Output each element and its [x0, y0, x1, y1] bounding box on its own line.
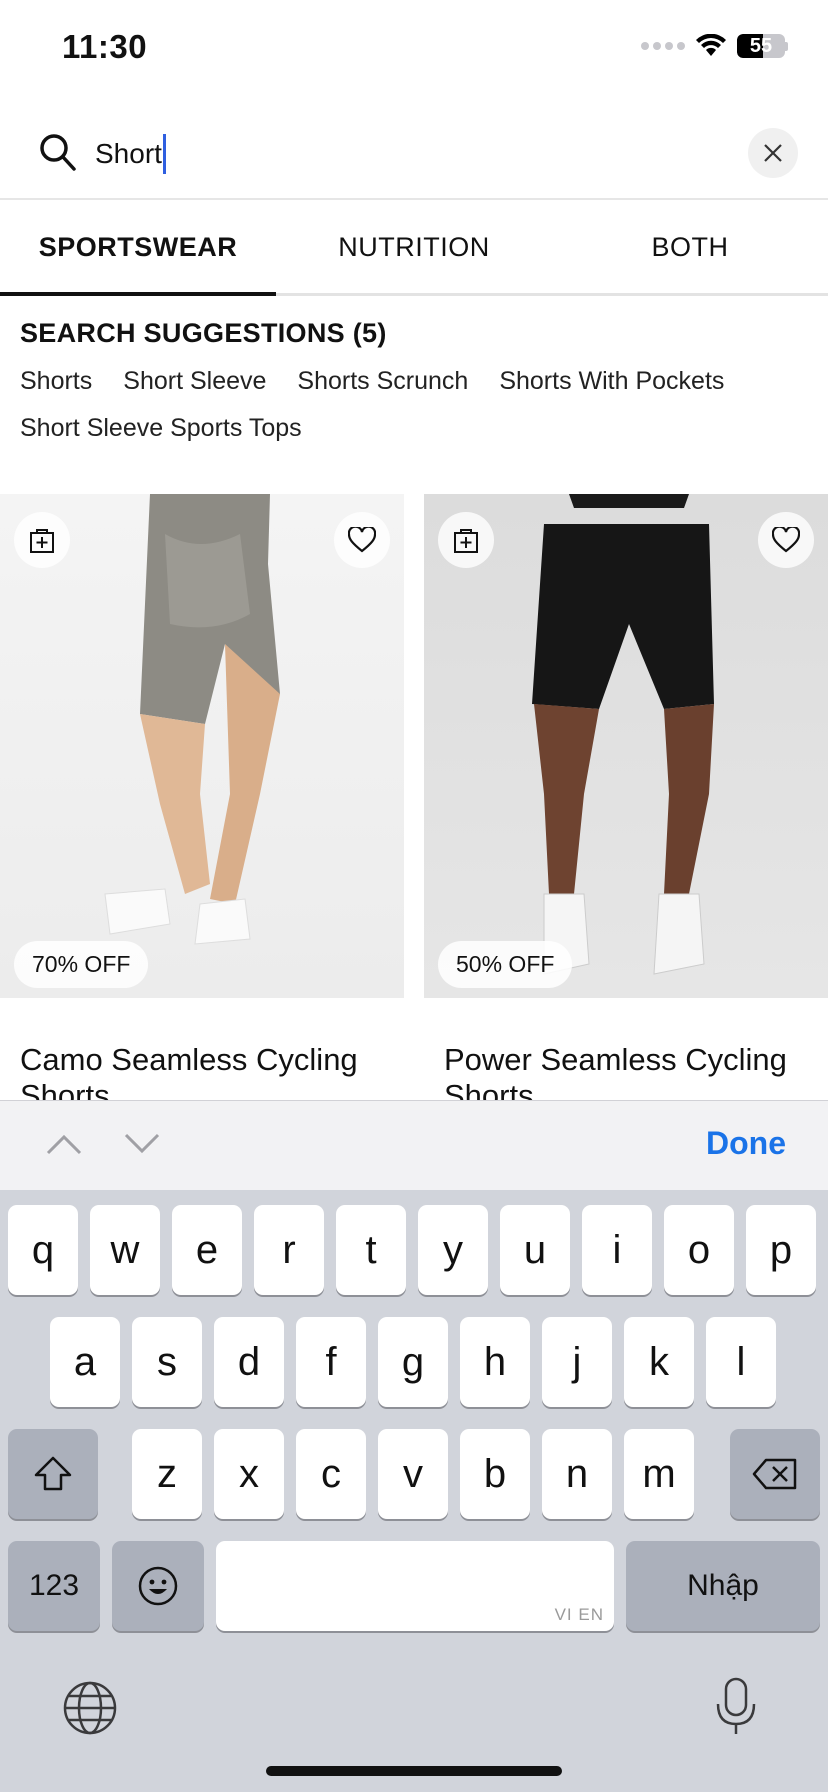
- category-tabs: SPORTSWEAR NUTRITION BOTH: [0, 202, 828, 296]
- microphone-icon[interactable]: [714, 1676, 758, 1738]
- battery-percent: 55: [749, 34, 773, 57]
- wishlist-button[interactable]: [334, 512, 390, 568]
- product-name[interactable]: Power Seamless Cycling Shorts: [424, 1042, 828, 1100]
- battery-icon: 55: [737, 34, 788, 58]
- product-card[interactable]: 70% OFF Camo Seamless Cycling Shorts: [0, 494, 404, 1100]
- return-key[interactable]: Nhập: [626, 1541, 820, 1631]
- discount-badge: 70% OFF: [14, 941, 149, 988]
- product-photo-shorts: [532, 494, 714, 975]
- suggestion-item[interactable]: Short Sleeve Sports Tops: [20, 414, 302, 443]
- add-to-bag-button[interactable]: [438, 512, 494, 568]
- key-j[interactable]: j: [542, 1317, 612, 1407]
- heart-icon: [772, 527, 800, 553]
- key-i[interactable]: i: [582, 1205, 652, 1295]
- done-button[interactable]: Done: [706, 1125, 786, 1162]
- key-r[interactable]: r: [254, 1205, 324, 1295]
- status-time: 11:30: [62, 28, 148, 65]
- shift-icon: [34, 1456, 72, 1491]
- numbers-key[interactable]: 123: [8, 1541, 100, 1631]
- suggestion-item[interactable]: Shorts: [20, 367, 92, 396]
- keyboard: q w e r t y u i o p a s d f g h j k l z …: [0, 1190, 828, 1792]
- add-to-bag-button[interactable]: [14, 512, 70, 568]
- key-v[interactable]: v: [378, 1429, 448, 1519]
- search-input-value: Short: [95, 138, 162, 169]
- add-to-bag-icon: [30, 529, 54, 553]
- key-h[interactable]: h: [460, 1317, 530, 1407]
- key-d[interactable]: d: [214, 1317, 284, 1407]
- cellular-signal-icon: [641, 42, 685, 50]
- suggestion-item[interactable]: Shorts Scrunch: [297, 367, 468, 396]
- product-photo-shorts: [104, 494, 280, 945]
- shift-key[interactable]: [8, 1429, 98, 1519]
- key-x[interactable]: x: [214, 1429, 284, 1519]
- search-bar: Short: [0, 108, 828, 200]
- key-s[interactable]: s: [132, 1317, 202, 1407]
- key-b[interactable]: b: [460, 1429, 530, 1519]
- key-n[interactable]: n: [542, 1429, 612, 1519]
- key-m[interactable]: m: [624, 1429, 694, 1519]
- key-l[interactable]: l: [706, 1317, 776, 1407]
- key-f[interactable]: f: [296, 1317, 366, 1407]
- globe-icon[interactable]: [62, 1680, 118, 1736]
- key-u[interactable]: u: [500, 1205, 570, 1295]
- suggestions-list: Shorts Short Sleeve Shorts Scrunch Short…: [20, 367, 810, 443]
- close-icon: [764, 144, 782, 162]
- wifi-icon: [696, 34, 726, 56]
- key-w[interactable]: w: [90, 1205, 160, 1295]
- delete-key[interactable]: [730, 1429, 820, 1519]
- text-caret: [162, 134, 166, 174]
- keyboard-toolbar: Done: [0, 1100, 828, 1190]
- key-q[interactable]: q: [8, 1205, 78, 1295]
- product-image[interactable]: 50% OFF: [424, 494, 828, 998]
- discount-badge: 50% OFF: [438, 941, 573, 988]
- key-p[interactable]: p: [746, 1205, 816, 1295]
- key-z[interactable]: z: [132, 1429, 202, 1519]
- emoji-icon: [138, 1566, 178, 1606]
- product-card[interactable]: 50% OFF Power Seamless Cycling Shorts: [424, 494, 828, 1100]
- space-key[interactable]: VI EN: [216, 1541, 614, 1631]
- tab-both[interactable]: BOTH: [552, 202, 828, 293]
- backspace-icon: [752, 1458, 797, 1490]
- key-e[interactable]: e: [172, 1205, 242, 1295]
- chevron-up-icon[interactable]: [44, 1129, 84, 1159]
- suggestion-item[interactable]: Shorts With Pockets: [499, 367, 724, 396]
- search-input[interactable]: Short: [95, 130, 695, 178]
- key-o[interactable]: o: [664, 1205, 734, 1295]
- suggestion-item[interactable]: Short Sleeve: [123, 367, 266, 396]
- key-c[interactable]: c: [296, 1429, 366, 1519]
- add-to-bag-icon: [454, 529, 478, 553]
- status-icons: 55: [641, 34, 788, 58]
- key-y[interactable]: y: [418, 1205, 488, 1295]
- suggestions-title: SEARCH SUGGESTIONS (5): [20, 318, 387, 348]
- home-indicator: [266, 1766, 562, 1776]
- search-suggestions: SEARCH SUGGESTIONS (5) Shorts Short Slee…: [20, 318, 810, 443]
- tab-sportswear[interactable]: SPORTSWEAR: [0, 202, 276, 296]
- clear-search-button[interactable]: [748, 128, 798, 178]
- heart-icon: [348, 527, 376, 553]
- emoji-key[interactable]: [112, 1541, 204, 1631]
- wishlist-button[interactable]: [758, 512, 814, 568]
- status-bar: 11:30 55: [0, 0, 828, 100]
- key-t[interactable]: t: [336, 1205, 406, 1295]
- key-k[interactable]: k: [624, 1317, 694, 1407]
- language-hint: VI EN: [554, 1605, 604, 1624]
- chevron-down-icon[interactable]: [122, 1129, 162, 1159]
- key-g[interactable]: g: [378, 1317, 448, 1407]
- search-icon: [40, 134, 76, 171]
- tab-nutrition[interactable]: NUTRITION: [276, 202, 552, 293]
- product-grid: 70% OFF Camo Seamless Cycling Shorts 50%…: [0, 494, 828, 1100]
- product-name[interactable]: Camo Seamless Cycling Shorts: [0, 1042, 404, 1100]
- key-a[interactable]: a: [50, 1317, 120, 1407]
- product-image[interactable]: 70% OFF: [0, 494, 404, 998]
